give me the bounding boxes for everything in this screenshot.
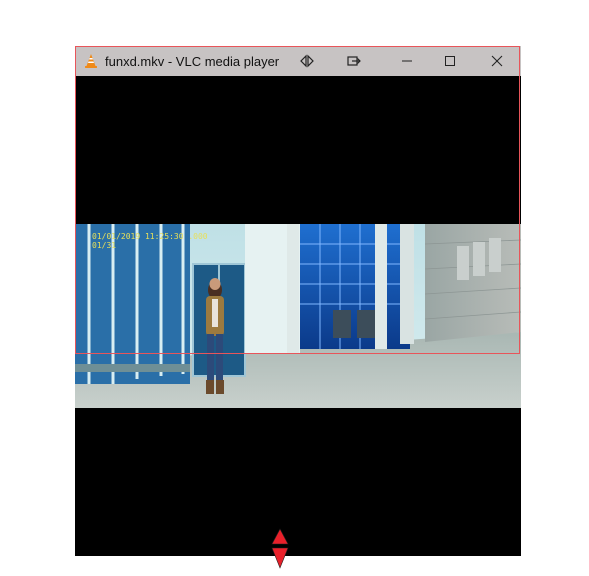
vertical-resize-handle[interactable] [270,527,290,571]
maximize-icon [445,56,455,66]
minimize-button[interactable] [390,46,424,76]
overlay-line-1: 01/01/2019 11:25:30 .000 [92,232,208,241]
video-frame[interactable]: 01/01/2019 11:25:30 .000 01/31 [75,224,521,408]
close-icon [491,55,503,67]
vlc-window[interactable]: funxd.mkv - VLC media player 01/01/2019 … [75,46,521,556]
popout-icon[interactable] [339,46,369,76]
up-down-arrow-icon [271,528,289,569]
overlay-line-2: 01/31 [92,241,117,250]
minimize-icon [402,60,412,62]
title-bar[interactable]: funxd.mkv - VLC media player [75,46,521,76]
window-title: funxd.mkv - VLC media player [105,53,280,69]
video-timestamp-overlay: 01/01/2019 11:25:30 .000 01/31 [92,232,208,250]
maximize-button[interactable] [433,46,467,76]
close-button[interactable] [479,46,515,76]
video-area[interactable]: 01/01/2019 11:25:30 .000 01/31 [75,76,521,556]
video-scene [75,224,521,408]
snap-layout-icon[interactable] [292,46,322,76]
vlc-cone-icon [83,53,99,69]
